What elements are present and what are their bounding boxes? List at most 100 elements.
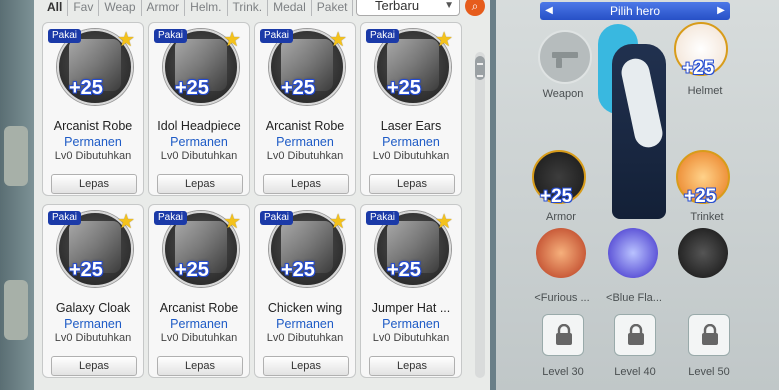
scrollbar[interactable] [475, 52, 485, 378]
edge-tab[interactable] [4, 280, 28, 340]
item-name: Arcanist Robe [53, 119, 133, 133]
upgrade-level: +25 [175, 77, 209, 99]
lock-level-label: Level 50 [688, 366, 730, 378]
unequip-button[interactable]: Lepas [369, 174, 455, 194]
hero-selector-label: Pilih hero [609, 4, 661, 18]
inventory-panel: All Fav Weap Armor Helm. Trink. Medal Pa… [34, 0, 490, 390]
unequip-button[interactable]: Lepas [263, 174, 349, 194]
pet-slot[interactable] [678, 228, 728, 278]
tab-package[interactable]: Paket [312, 0, 354, 16]
item-name: Chicken wing [267, 301, 343, 315]
trinket-upgrade-level: +25 [684, 186, 717, 207]
equipped-badge: Pakai [366, 211, 400, 225]
unequip-button[interactable]: Lepas [157, 356, 243, 376]
item-card[interactable]: Pakai ★ +25 Arcanist Robe Permanen Lv0 Dibutu… [148, 204, 250, 378]
tab-armor[interactable]: Armor [142, 0, 186, 16]
pet-label: <Furious ... [534, 292, 590, 304]
item-requirement: Lv0 Dibutuhkan [160, 332, 238, 344]
item-card[interactable]: Pakai ★ +25 Arcanist Robe Permanen Lv0 Dibutu… [254, 22, 356, 196]
favorite-star-icon[interactable]: ★ [435, 209, 453, 234]
upgrade-level: +25 [387, 259, 421, 281]
item-requirement: Lv0 Dibutuhkan [266, 150, 344, 162]
equipped-badge: Pakai [260, 211, 294, 225]
armor-label: Armor [546, 211, 576, 223]
armor-slot[interactable]: +25 [532, 150, 586, 207]
item-name: Galaxy Cloak [55, 301, 131, 315]
tab-fav[interactable]: Fav [68, 0, 100, 16]
lock-icon [556, 324, 572, 345]
unequip-button[interactable]: Lepas [51, 356, 137, 376]
item-card[interactable]: Pakai ★ +25 Arcanist Robe Permanen Lv0 Dibutu… [42, 22, 144, 196]
item-duration: Permanen [170, 317, 228, 331]
favorite-star-icon[interactable]: ★ [329, 209, 347, 234]
item-requirement: Lv0 Dibutuhkan [372, 332, 450, 344]
trinket-slot[interactable]: +25 [676, 150, 730, 207]
upgrade-level: +25 [175, 259, 209, 281]
equipped-badge: Pakai [154, 211, 188, 225]
item-card[interactable]: Pakai ★ +25 Jumper Hat ... Permanen Lv0 Dibut… [360, 204, 462, 378]
pet-slot[interactable] [536, 228, 586, 278]
sort-value: Terbaru [375, 0, 420, 13]
locked-slot[interactable] [542, 314, 584, 356]
unequip-button[interactable]: Lepas [157, 174, 243, 194]
pet-slot[interactable] [608, 228, 658, 278]
item-name: Arcanist Robe [265, 119, 345, 133]
locked-slot[interactable] [614, 314, 656, 356]
item-duration: Permanen [382, 317, 440, 331]
item-name: Jumper Hat ... [371, 301, 451, 315]
gun-icon [552, 52, 578, 68]
armor-upgrade-level: +25 [540, 186, 573, 207]
item-card[interactable]: Pakai ★ +25 Laser Ears Permanen Lv0 Dibutuhka… [360, 22, 462, 196]
lock-level-label: Level 40 [614, 366, 656, 378]
item-name: Laser Ears [380, 119, 442, 133]
upgrade-level: +25 [387, 77, 421, 99]
unequip-button[interactable]: Lepas [369, 356, 455, 376]
equipped-badge: Pakai [48, 211, 82, 225]
item-name: Idol Headpiece [157, 119, 241, 133]
lock-icon [702, 324, 718, 345]
tab-trinket[interactable]: Trink. [228, 0, 269, 16]
edge-tab[interactable] [4, 126, 28, 186]
favorite-star-icon[interactable]: ★ [117, 27, 135, 52]
item-card[interactable]: Pakai ★ +25 Chicken wing Permanen Lv0 Dibutuh… [254, 204, 356, 378]
favorite-star-icon[interactable]: ★ [329, 27, 347, 52]
item-duration: Permanen [64, 317, 122, 331]
lock-level-label: Level 30 [542, 366, 584, 378]
weapon-label: Weapon [542, 88, 584, 100]
item-card[interactable]: Pakai ★ +25 Galaxy Cloak Permanen Lv0 Dibutuh… [42, 204, 144, 378]
item-requirement: Lv0 Dibutuhkan [160, 150, 238, 162]
prev-hero-icon[interactable]: ◀ [542, 2, 556, 20]
equipped-badge: Pakai [48, 29, 82, 43]
sort-select[interactable]: Terbaru ▼ [356, 0, 460, 16]
search-icon[interactable]: ⌕ [465, 0, 485, 16]
favorite-star-icon[interactable]: ★ [223, 27, 241, 52]
favorite-star-icon[interactable]: ★ [117, 209, 135, 234]
equipped-badge: Pakai [154, 29, 188, 43]
item-requirement: Lv0 Dibutuhkan [54, 150, 132, 162]
item-requirement: Lv0 Dibutuhkan [372, 150, 450, 162]
upgrade-level: +25 [69, 77, 103, 99]
locked-slot[interactable] [688, 314, 730, 356]
filter-tabs: All Fav Weap Armor Helm. Trink. Medal Pa… [42, 0, 354, 16]
item-name: Arcanist Robe [159, 301, 239, 315]
next-hero-icon[interactable]: ▶ [714, 2, 728, 20]
tab-weapon[interactable]: Weap [99, 0, 142, 16]
unequip-button[interactable]: Lepas [51, 174, 137, 194]
weapon-slot[interactable] [538, 30, 592, 84]
hero-selector[interactable]: ◀ Pilih hero ▶ [540, 2, 730, 20]
helmet-slot[interactable]: +25 [674, 22, 728, 79]
tab-all[interactable]: All [42, 0, 69, 16]
favorite-star-icon[interactable]: ★ [435, 27, 453, 52]
helmet-upgrade-level: +25 [682, 58, 715, 79]
tab-medal[interactable]: Medal [268, 0, 312, 16]
item-card[interactable]: Pakai ★ +25 Idol Headpiece Permanen Lv0 Dibut… [148, 22, 250, 196]
left-edge [0, 0, 34, 390]
trinket-label: Trinket [690, 211, 724, 223]
tab-helmet[interactable]: Helm. [185, 0, 228, 16]
item-duration: Permanen [64, 135, 122, 149]
scrollbar-thumb[interactable] [475, 56, 485, 80]
unequip-button[interactable]: Lepas [263, 356, 349, 376]
item-requirement: Lv0 Dibutuhkan [266, 332, 344, 344]
favorite-star-icon[interactable]: ★ [223, 209, 241, 234]
upgrade-level: +25 [281, 259, 315, 281]
